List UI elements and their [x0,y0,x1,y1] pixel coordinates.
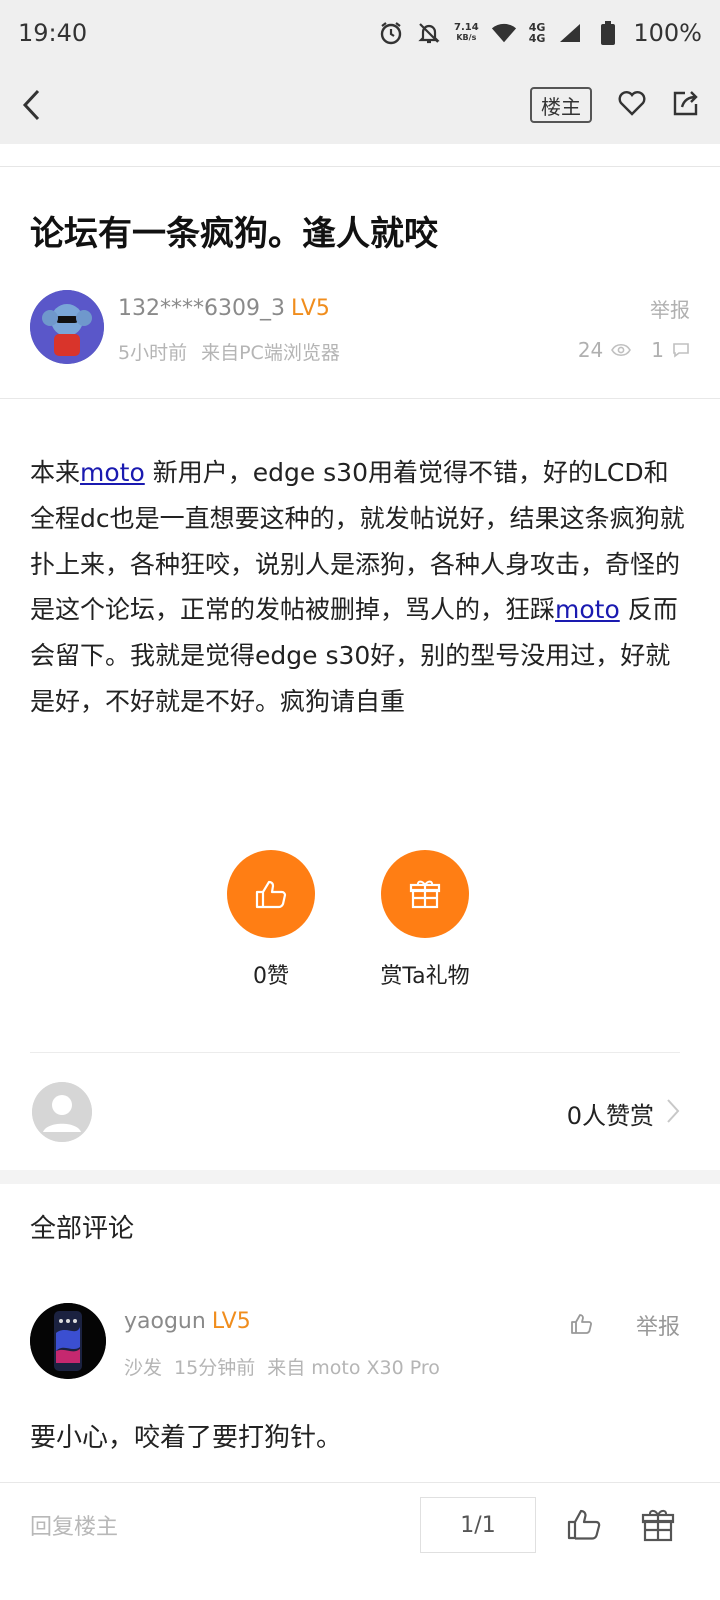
comment-report-button[interactable]: 举报 [636,1309,680,1341]
commenter-name[interactable]: yaogun [124,1309,206,1334]
post-stats: 24 1 [578,338,690,362]
favorite-button[interactable] [618,90,646,120]
net-speed-value: 7.14 [454,22,479,33]
reward-row[interactable]: 0人赞赏 [30,1080,680,1144]
reactions-divider [30,1052,680,1053]
battery-icon [595,20,621,46]
moto-link-1[interactable]: moto [80,458,145,487]
thumbs-up-icon [255,880,287,909]
author-level: LV5 [290,296,330,321]
comment-floor: 沙发 [124,1357,163,1379]
status-bar: 19:40 7.14 KB/s 4G 4G 100% [0,0,720,66]
alarm-icon [378,20,404,46]
header-divider [0,166,720,167]
bottom-gift-button[interactable] [640,1507,676,1547]
comment-source: 来自 moto X30 Pro [267,1357,440,1379]
author-divider [0,398,720,399]
network-type: 4G 4G [529,22,546,44]
network-type-2: 4G [528,32,546,45]
view-count: 24 [577,338,604,362]
reward-count: 0人赞赏 [566,1102,654,1130]
post-title: 论坛有一条疯狗。逢人就咬 [30,214,438,254]
back-button[interactable] [20,85,60,125]
comment-icon [673,343,689,358]
comments-section-title: 全部评论 [30,1214,135,1244]
top-nav-bar: 楼主 [0,66,720,144]
signal-icon [557,20,583,46]
commenter-name-line: yaogun LV5 [124,1309,251,1334]
gift-action: 赏Ta礼物 [360,850,490,990]
net-speed-unit: KB/s [456,33,477,42]
commenter-avatar[interactable] [30,1303,106,1379]
bottom-bar: 回复楼主 1/1 [0,1482,720,1600]
body-text-1: 本来 [30,458,81,487]
gift-button[interactable] [381,850,469,938]
reactions: 0赞 赏Ta礼物 [0,850,720,990]
share-icon [673,91,698,116]
back-arrow-icon [22,89,40,121]
author-name-line: 132****6309_3 LV5 [118,296,330,321]
post-meta: 5小时前 来自PC端浏览器 [118,338,340,365]
comment-count: 1 [651,338,664,362]
commenter-level: LV5 [211,1309,251,1334]
section-separator [0,1170,720,1184]
author-avatar[interactable] [30,290,104,364]
post-author: 132****6309_3 LV5 5小时前 来自PC端浏览器 举报 24 1 [30,290,690,364]
like-count-label: 0赞 [253,964,289,989]
gift-icon [641,1509,675,1542]
post-time: 5小时前 [118,342,188,364]
page-indicator[interactable]: 1/1 [420,1497,536,1553]
author-name[interactable]: 132****6309_3 [118,296,285,321]
like-action: 0赞 [206,850,336,990]
reply-input[interactable]: 回复楼主 [30,1509,118,1541]
chevron-right-icon [667,1099,680,1123]
post-source: 来自PC端浏览器 [201,342,340,364]
top-actions: 楼主 [530,87,700,123]
thumbs-up-outline-icon [571,1314,592,1334]
heart-icon [618,91,646,116]
comment-meta: 沙发 15分钟前 来自 moto X30 Pro [124,1353,440,1380]
like-button[interactable] [227,850,315,938]
gift-label: 赏Ta礼物 [380,964,470,989]
comment-item: yaogun LV5 沙发 15分钟前 来自 moto X30 Pro 举报 要小心，… [30,1303,680,1463]
comment-time: 15分钟前 [174,1357,256,1379]
comment-text: 要小心，咬着了要打狗针。 [30,1423,343,1453]
eye-icon [611,343,632,357]
thumbs-up-icon [567,1509,601,1540]
default-avatar-icon [32,1082,92,1142]
status-icons: 7.14 KB/s 4G 4G 100% [378,19,702,47]
gift-icon [409,880,441,909]
post-body: 本来moto 新用户，edge s30用着觉得不错，好的LCD和全程dc也是一直… [30,450,692,725]
bell-off-icon [416,20,442,46]
moto-link-2[interactable]: moto [555,595,620,624]
share-button[interactable] [672,89,700,121]
wifi-icon [491,20,517,46]
net-speed: 7.14 KB/s [454,23,479,43]
owner-only-button[interactable]: 楼主 [530,87,592,123]
status-time: 19:40 [18,19,88,47]
battery-percent: 100% [633,19,702,47]
comment-like-button[interactable] [570,1313,594,1339]
bottom-like-button[interactable] [566,1507,602,1545]
report-button[interactable]: 举报 [650,294,690,323]
